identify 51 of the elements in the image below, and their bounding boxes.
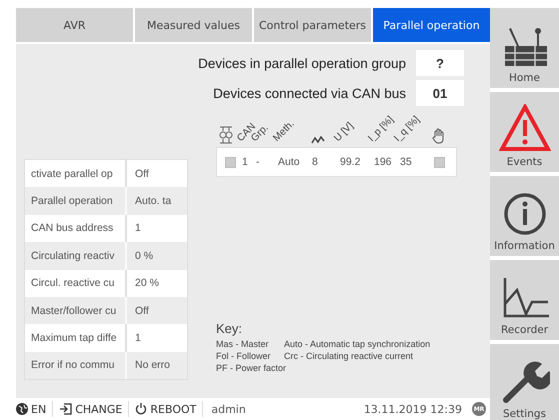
change-button[interactable]: CHANGE [53, 401, 130, 417]
summary-value: ? [416, 50, 464, 76]
parameter-value[interactable]: 0 % [127, 250, 154, 262]
sidebar-button[interactable]: Recorder [490, 260, 559, 340]
parameter-value[interactable]: 1 [127, 332, 141, 344]
parameter-value[interactable]: No erro [127, 359, 170, 372]
sidebar-button[interactable]: Information [490, 176, 559, 256]
table-cell-text: 1 [242, 156, 249, 168]
parameter-value[interactable]: Auto. ta [127, 195, 172, 208]
sidebar-button[interactable]: Settings [490, 344, 559, 420]
key-title: Key: [216, 321, 244, 336]
user-name: admin [210, 402, 246, 416]
warning-icon [498, 104, 550, 152]
parameter-value[interactable]: Off [127, 168, 149, 180]
parallel-devices-icon [219, 126, 233, 144]
parameter-label[interactable]: Error if no commu [25, 352, 127, 380]
hand-icon [432, 128, 446, 144]
power-icon [135, 403, 148, 415]
login-icon [59, 403, 72, 415]
key-entry: Auto - Automatic tap synchronization [284, 338, 430, 350]
tab[interactable]: AVR [16, 8, 133, 42]
table-cell-text: Auto [278, 156, 301, 168]
column-header: U [V] [332, 120, 356, 144]
parameter-value[interactable]: Off [127, 304, 149, 317]
summary-label: Devices in parallel operation group [198, 56, 406, 70]
globe-icon [16, 403, 28, 415]
info-icon [502, 192, 546, 236]
wave-icon [311, 136, 325, 144]
tab[interactable]: Measured values [135, 8, 252, 42]
language-button[interactable]: EN [16, 401, 54, 417]
table-cell-text: 8 [312, 156, 319, 168]
checkbox[interactable] [225, 156, 236, 168]
checkbox[interactable] [434, 156, 445, 168]
key-entry: Crc - Circulating reactive current [284, 350, 414, 362]
summary-value: 01 [416, 80, 464, 106]
key-entry: PF - Power factor [216, 362, 284, 374]
table-cell-text: 99.2 [340, 156, 362, 168]
parameter-value[interactable]: 1 [127, 222, 141, 234]
tab[interactable]: Parallel operation [373, 8, 490, 42]
tab[interactable]: Control parameters [254, 8, 371, 42]
table-cell-text: - [256, 156, 260, 168]
table-cell-text: 196 [374, 156, 393, 168]
key-entry: Fol - Follower [216, 350, 272, 362]
parameter-value[interactable]: 20 % [127, 277, 159, 290]
table-cell-text: 35 [400, 156, 413, 168]
sidebar-button[interactable]: Events [490, 92, 559, 172]
key-entry: Mas - Master [216, 338, 270, 350]
summary-label: Devices connected via CAN bus [213, 86, 406, 100]
date-time: 13.11.2019 12:39 [364, 402, 462, 416]
sidebar-button[interactable]: Home [490, 8, 559, 88]
reboot-button[interactable]: REBOOT [129, 401, 204, 417]
